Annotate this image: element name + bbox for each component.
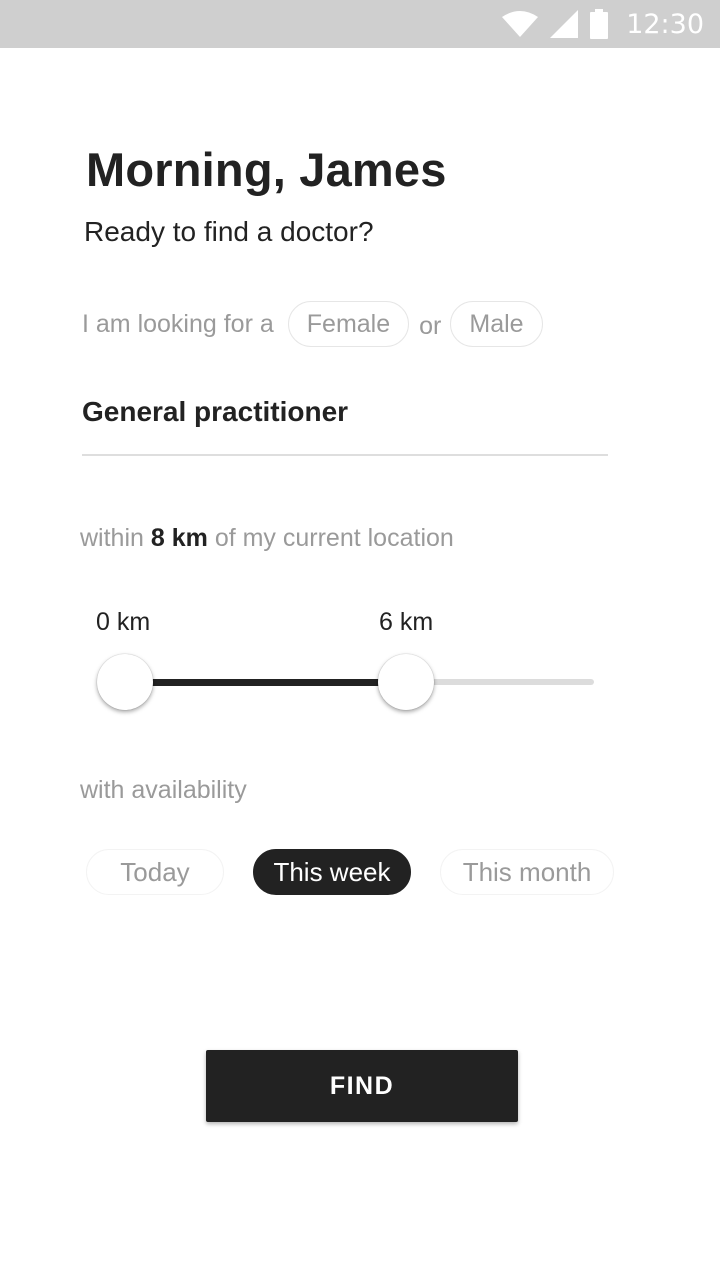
wifi-icon [502, 11, 539, 37]
availability-chip-this-month[interactable]: This month [440, 849, 614, 895]
gender-selector: I am looking for a Female or Male [82, 300, 543, 348]
subtitle: Ready to find a doctor? [84, 216, 374, 247]
gender-chip-male[interactable]: Male [450, 301, 543, 347]
distance-prefix: within [80, 524, 144, 552]
gender-separator: or [419, 311, 442, 340]
slider-thumb-max[interactable] [378, 654, 435, 710]
cell-signal-icon [550, 10, 579, 38]
distance-value: 8 km [150, 524, 208, 552]
distance-suffix: of my current location [214, 524, 454, 552]
distance-slider-range [125, 679, 407, 686]
battery-icon [590, 9, 609, 39]
availability-label: with availability [80, 776, 247, 804]
gender-chip-female[interactable]: Female [287, 301, 410, 347]
greeting-title: Morning, James [86, 143, 447, 196]
slider-min-label: 0 km [96, 608, 151, 636]
find-button[interactable]: FIND [206, 1050, 518, 1122]
status-time: 12:30 [626, 8, 704, 40]
specialty-field[interactable]: General practitioner [82, 396, 348, 428]
specialty-underline [82, 454, 608, 456]
availability-chip-today[interactable]: Today [86, 849, 224, 895]
availability-chip-this-week[interactable]: This week [253, 849, 411, 895]
gender-prefix: I am looking for a [82, 309, 274, 338]
slider-max-label: 6 km [379, 608, 434, 636]
status-bar: 12:30 [0, 0, 720, 48]
distance-sentence: within 8 km of my current location [80, 524, 454, 553]
slider-thumb-min[interactable] [97, 654, 153, 710]
